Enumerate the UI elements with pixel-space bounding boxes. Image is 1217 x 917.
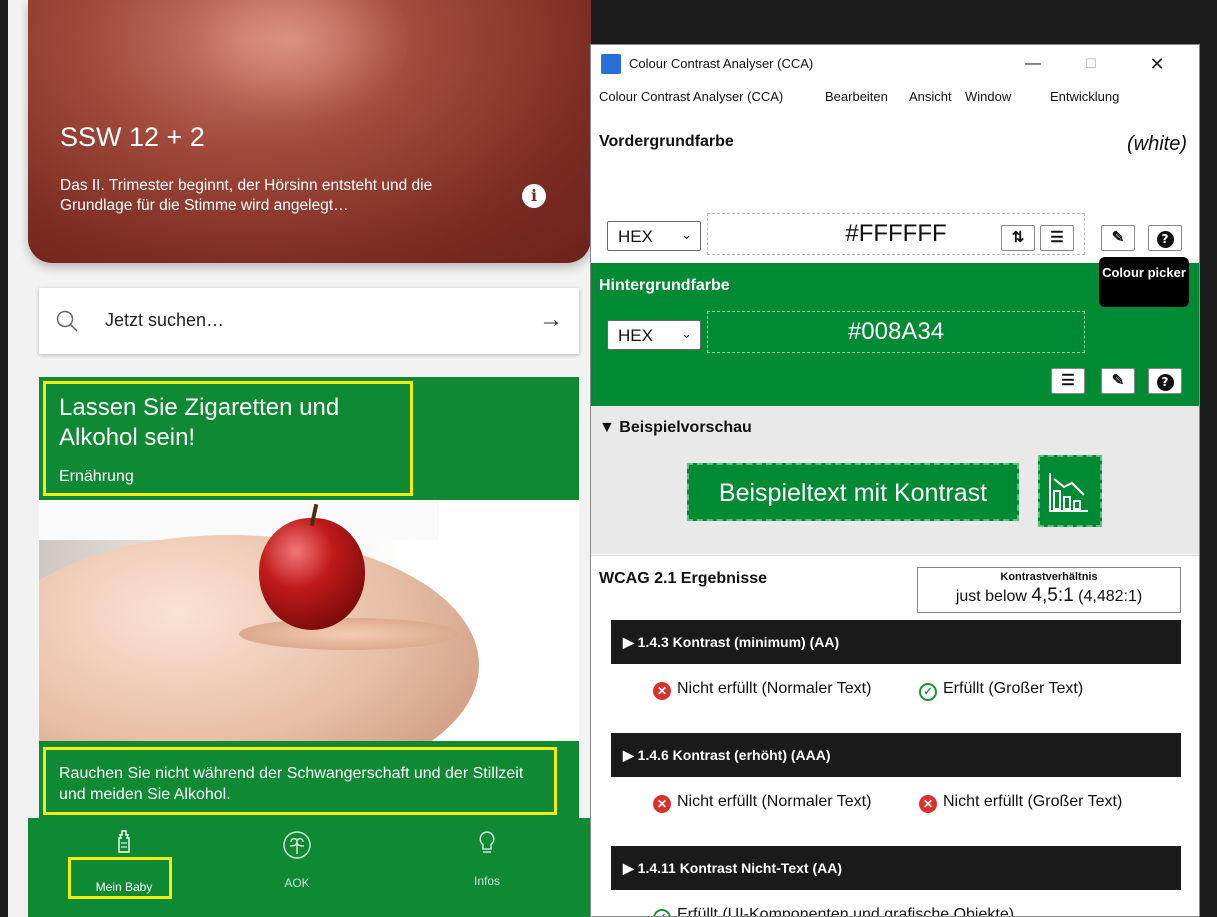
help-icon[interactable]: ? xyxy=(1148,225,1182,251)
nav-item-aok[interactable]: AOK xyxy=(237,830,357,890)
apple-shape xyxy=(259,518,365,630)
chevron-down-icon: ⌄ xyxy=(681,326,692,341)
fail-icon: ✕ xyxy=(653,682,671,700)
pass-icon: ✓ xyxy=(919,683,937,701)
fetus-image xyxy=(178,0,408,120)
pregnancy-week-title: SSW 12 + 2 xyxy=(60,122,205,152)
menu-item-cca[interactable]: Colour Contrast Analyser (CCA) xyxy=(599,89,783,104)
wcag-results-title: WCAG 2.1 Ergebnisse xyxy=(599,570,768,587)
background-hex-input[interactable]: #008A34 xyxy=(707,311,1085,353)
menu-bar: Colour Contrast Analyser (CCA) Bearbeite… xyxy=(591,83,1199,111)
help-icon[interactable]: ? xyxy=(1148,368,1182,394)
cca-window: Colour Contrast Analyser (CCA) — ☐ ✕ Col… xyxy=(590,44,1200,917)
info-icon[interactable]: i xyxy=(522,184,546,208)
search-input[interactable]: Jetzt suchen… xyxy=(105,310,224,331)
nav-item-infos[interactable]: Infos xyxy=(427,830,547,888)
swap-colors-icon[interactable]: ⇅ xyxy=(1001,225,1035,251)
foreground-color-name: (white) xyxy=(1126,133,1187,155)
menu-item-ansicht[interactable]: Ansicht xyxy=(909,89,952,104)
search-icon xyxy=(56,310,78,332)
nav-label: Mein Baby xyxy=(95,880,153,894)
menu-item-bearbeiten[interactable]: Bearbeiten xyxy=(825,89,888,104)
result-normal-text: ✕ Nicht erfüllt (Normaler Text) xyxy=(653,680,893,700)
search-bar[interactable]: Jetzt suchen… → xyxy=(39,288,579,354)
chevron-down-icon: ⌄ xyxy=(681,227,692,242)
result-large-text: ✓ Erfüllt (Großer Text) xyxy=(919,680,1083,701)
nav-label: AOK xyxy=(284,876,310,890)
menu-item-entwicklung[interactable]: Entwicklung xyxy=(1050,89,1119,104)
result-non-text: ✓Erfüllt (UI-Komponenten und grafische O… xyxy=(653,906,1014,916)
foreground-title: Vordergrundfarbe xyxy=(599,133,734,150)
bottom-navigation: Mein Baby AOK Infos xyxy=(28,818,591,917)
nav-label: Infos xyxy=(473,874,500,888)
colour-picker-tooltip: Colour picker xyxy=(1099,257,1189,307)
article-teaser-text: Rauchen Sie nicht während der Schwangers… xyxy=(59,765,524,803)
article-header: Lassen Sie Zigaretten und Alkohol sein! … xyxy=(39,377,579,500)
criterion-1-4-11[interactable]: ▶ 1.4.11 Kontrast Nicht-Text (AA) xyxy=(611,846,1181,890)
preview-toggle[interactable]: ▼ Beispielvorschau xyxy=(599,419,752,437)
article-title: Lassen Sie Zigaretten und Alkohol sein! xyxy=(59,394,340,451)
aok-tree-icon xyxy=(237,830,357,866)
title-bar[interactable]: Colour Contrast Analyser (CCA) — ☐ ✕ xyxy=(591,45,1199,83)
wcag-results-section: WCAG 2.1 Ergebnisse Kontrastverhältnis j… xyxy=(591,555,1199,916)
menu-item-window[interactable]: Window xyxy=(965,89,1011,104)
background-format-select[interactable]: HEX ⌄ xyxy=(607,320,701,350)
hand-shape xyxy=(239,618,459,650)
arrow-right-icon[interactable]: → xyxy=(539,306,563,334)
pregnancy-week-description: Das II. Trimester beginnt, der Hörsinn e… xyxy=(60,177,433,214)
minimize-button[interactable]: — xyxy=(1011,51,1055,77)
sample-text-preview: Beispieltext mit Kontrast xyxy=(687,463,1019,521)
article-image xyxy=(39,500,579,745)
pregnancy-week-header: SSW 12 + 2 Das II. Trimester beginnt, de… xyxy=(28,0,591,263)
contrast-ratio-box: Kontrastverhältnis just below 4,5:1 (4,4… xyxy=(917,567,1181,613)
sliders-icon[interactable]: ☰ xyxy=(1051,368,1085,394)
chart-icon xyxy=(1038,455,1102,527)
foreground-section: Vordergrundfarbe (white) HEX ⌄ #FFFFFF ⇅… xyxy=(591,111,1199,261)
preview-section: ▼ Beispielvorschau Beispieltext mit Kont… xyxy=(591,406,1199,554)
baby-bottle-icon xyxy=(64,830,184,860)
background-title: Hintergrundfarbe xyxy=(599,277,730,294)
mobile-app-screen: SSW 12 + 2 Das II. Trimester beginnt, de… xyxy=(8,0,591,917)
article-category: Ernährung xyxy=(59,468,134,485)
article-card[interactable]: Lassen Sie Zigaretten und Alkohol sein! … xyxy=(39,377,579,827)
eyedropper-icon[interactable]: ✎ xyxy=(1101,368,1135,394)
lightbulb-icon xyxy=(427,830,547,864)
nav-item-mein-baby[interactable]: Mein Baby xyxy=(64,830,184,894)
article-teaser: Rauchen Sie nicht während der Schwangers… xyxy=(39,741,579,827)
contrast-ratio-label: Kontrastverhältnis xyxy=(1000,571,1098,583)
eyedropper-icon[interactable]: ✎ xyxy=(1101,225,1135,251)
sliders-icon[interactable]: ☰ xyxy=(1040,225,1074,251)
close-button[interactable]: ✕ xyxy=(1135,51,1179,77)
foreground-format-select[interactable]: HEX ⌄ xyxy=(607,221,701,251)
pass-icon: ✓ xyxy=(653,909,671,916)
fail-icon: ✕ xyxy=(653,795,671,813)
contrast-ratio-value: just below 4,5:1 (4,482:1) xyxy=(955,585,1143,606)
criterion-1-4-3[interactable]: ▶ 1.4.3 Kontrast (minimum) (AA) xyxy=(611,620,1181,664)
result-normal-text: ✕ Nicht erfüllt (Normaler Text) xyxy=(653,793,893,813)
maximize-button[interactable]: ☐ xyxy=(1069,51,1113,77)
window-title: Colour Contrast Analyser (CCA) xyxy=(629,56,814,71)
criterion-1-4-6[interactable]: ▶ 1.4.6 Kontrast (erhöht) (AAA) xyxy=(611,733,1181,777)
fail-icon: ✕ xyxy=(919,795,937,813)
result-large-text: ✕ Nicht erfüllt (Großer Text) xyxy=(919,793,1122,813)
cca-app-icon xyxy=(601,54,621,74)
